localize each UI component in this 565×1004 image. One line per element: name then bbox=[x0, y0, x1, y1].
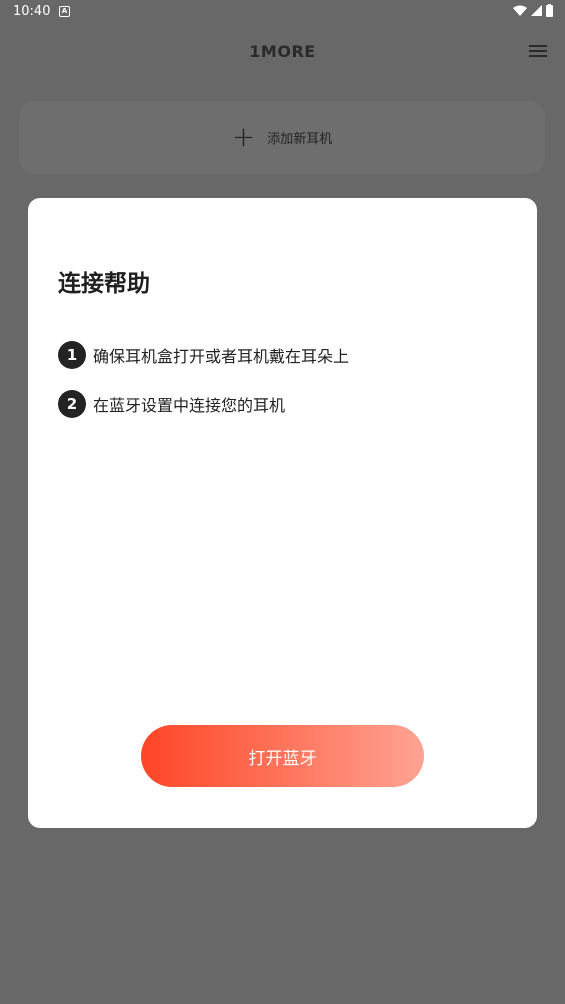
brand-logo: 1MORE bbox=[249, 42, 316, 61]
step-number-badge: 2 bbox=[58, 390, 86, 418]
add-headphones-label: 添加新耳机 bbox=[267, 131, 333, 147]
plus-icon: + bbox=[231, 120, 256, 153]
step-number-badge: 1 bbox=[58, 341, 86, 369]
help-steps: 1 确保耳机盒打开或者耳机戴在耳朵上 2 在蓝牙设置中连接您的耳机 bbox=[58, 340, 349, 438]
status-indicators bbox=[513, 4, 553, 17]
status-time: 10:40 bbox=[13, 4, 51, 19]
help-step: 2 在蓝牙设置中连接您的耳机 bbox=[58, 389, 349, 419]
step-text: 在蓝牙设置中连接您的耳机 bbox=[93, 396, 286, 415]
app-notification-icon: A bbox=[59, 6, 70, 17]
status-bar: 10:40 A bbox=[0, 0, 565, 24]
step-text: 确保耳机盒打开或者耳机戴在耳朵上 bbox=[93, 347, 350, 366]
connection-help-dialog: 连接帮助 1 确保耳机盒打开或者耳机戴在耳朵上 2 在蓝牙设置中连接您的耳机 打… bbox=[28, 198, 537, 828]
help-step: 1 确保耳机盒打开或者耳机戴在耳朵上 bbox=[58, 340, 349, 370]
open-bluetooth-button[interactable]: 打开蓝牙 bbox=[141, 725, 424, 787]
wifi-icon bbox=[513, 5, 527, 16]
app-header: 1MORE bbox=[0, 30, 565, 74]
menu-icon[interactable] bbox=[529, 42, 547, 60]
battery-icon bbox=[546, 4, 553, 17]
cellular-signal-icon bbox=[531, 5, 542, 16]
dialog-title: 连接帮助 bbox=[58, 271, 150, 297]
add-headphones-card[interactable]: + 添加新耳机 bbox=[19, 101, 545, 174]
